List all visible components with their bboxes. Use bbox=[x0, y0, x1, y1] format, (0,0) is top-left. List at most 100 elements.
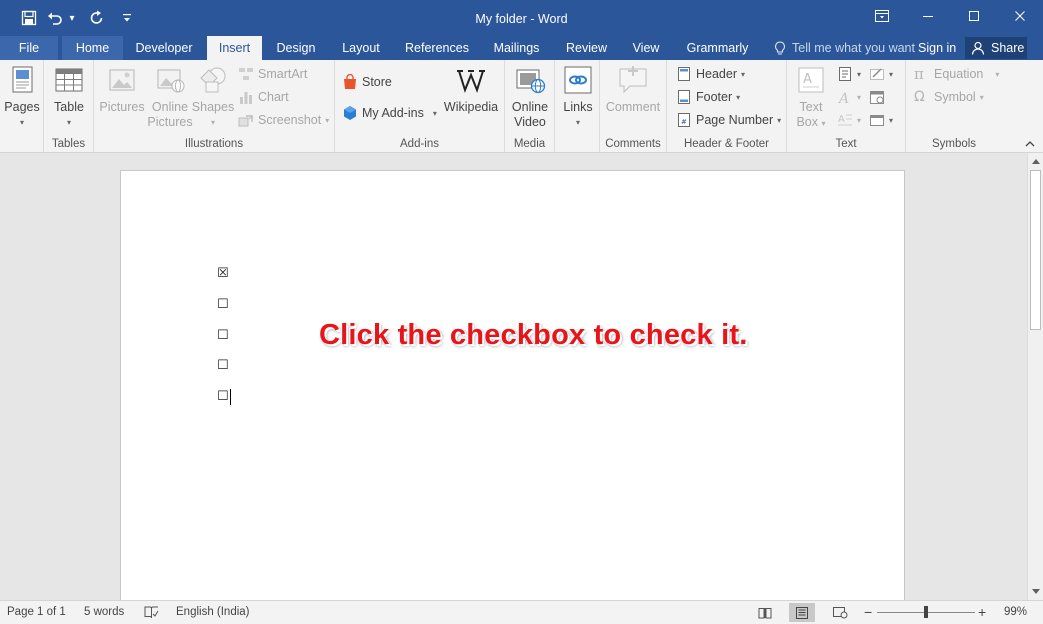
group-label-header-footer: Header & Footer bbox=[683, 138, 769, 150]
checkbox-3[interactable]: ☐ bbox=[217, 329, 229, 342]
scroll-up-button[interactable] bbox=[1028, 154, 1043, 169]
checkbox-4[interactable]: ☐ bbox=[217, 359, 229, 372]
my-addins-label: My Add-ins bbox=[362, 106, 424, 120]
wikipedia-icon bbox=[455, 64, 487, 96]
maximize-button[interactable] bbox=[951, 0, 997, 32]
svg-text:A: A bbox=[837, 91, 849, 105]
person-icon bbox=[971, 41, 985, 55]
close-button[interactable] bbox=[997, 0, 1043, 32]
comment-label: Comment bbox=[605, 100, 661, 114]
quick-parts-button[interactable]: ▾ bbox=[837, 64, 861, 84]
undo-dropdown[interactable]: ▾ bbox=[66, 3, 78, 33]
signature-line-button[interactable]: ▾ bbox=[869, 64, 893, 84]
store-button[interactable]: Store bbox=[342, 72, 392, 92]
checkbox-1[interactable]: ☒ bbox=[217, 267, 229, 280]
page-number-button[interactable]: # Page Number ▾ bbox=[676, 110, 781, 130]
my-addins-button[interactable]: My Add-ins ▾ bbox=[342, 103, 437, 123]
scroll-down-button[interactable] bbox=[1028, 584, 1043, 599]
omega-icon: Ω bbox=[914, 89, 925, 105]
tab-file[interactable]: File bbox=[0, 36, 58, 60]
wikipedia-button[interactable]: Wikipedia bbox=[443, 64, 499, 115]
drop-cap-button[interactable]: A ▾ bbox=[837, 110, 861, 130]
tab-view[interactable]: View bbox=[625, 36, 667, 60]
language-indicator[interactable]: English (India) bbox=[176, 601, 250, 624]
tab-review[interactable]: Review bbox=[560, 36, 613, 60]
tab-mailings[interactable]: Mailings bbox=[486, 36, 547, 60]
share-button[interactable]: Share bbox=[965, 37, 1027, 59]
chevron-down-icon: ▾ bbox=[857, 92, 862, 102]
ribbon-display-options-button[interactable] bbox=[859, 0, 905, 32]
tab-developer[interactable]: Developer bbox=[128, 36, 200, 60]
group-media: Online Video Media bbox=[505, 60, 555, 152]
proofing-status[interactable] bbox=[144, 605, 159, 621]
shapes-button[interactable]: Shapes ▾ bbox=[192, 64, 234, 130]
tab-references[interactable]: References bbox=[400, 36, 474, 60]
collapse-ribbon-button[interactable] bbox=[1025, 138, 1035, 150]
chevron-down-icon: ▾ bbox=[575, 118, 580, 127]
online-pictures-button[interactable]: Online Pictures bbox=[147, 64, 193, 130]
ribbon-display-icon bbox=[875, 10, 889, 22]
chevron-down-icon: ▾ bbox=[889, 115, 894, 125]
group-illustrations: Pictures Online Pictures Shapes ▾ SmartA… bbox=[94, 60, 335, 152]
table-button[interactable]: Table ▾ bbox=[51, 64, 87, 130]
undo-button[interactable] bbox=[44, 3, 66, 33]
undo-icon bbox=[48, 12, 62, 25]
save-button[interactable] bbox=[14, 3, 44, 33]
read-mode-button[interactable] bbox=[752, 603, 778, 622]
chevron-down-icon: ▾ bbox=[857, 69, 862, 79]
print-layout-button[interactable] bbox=[789, 603, 815, 622]
page-number-icon: # bbox=[676, 112, 692, 128]
object-button[interactable]: ▾ bbox=[869, 110, 893, 130]
links-button[interactable]: Links ▾ bbox=[560, 64, 596, 130]
tab-home[interactable]: Home bbox=[62, 36, 123, 60]
web-layout-button[interactable] bbox=[827, 603, 853, 622]
zoom-slider-thumb[interactable] bbox=[923, 606, 928, 618]
page-count[interactable]: Page 1 of 1 bbox=[7, 601, 66, 624]
smartart-button[interactable]: SmartArt bbox=[238, 64, 307, 84]
tab-grammarly[interactable]: Grammarly bbox=[681, 36, 754, 60]
chevron-down-icon: ▾ bbox=[325, 115, 330, 125]
header-button[interactable]: Header ▾ bbox=[676, 64, 745, 84]
tab-insert[interactable]: Insert bbox=[207, 36, 262, 61]
tab-design[interactable]: Design bbox=[268, 36, 324, 60]
scroll-thumb[interactable] bbox=[1030, 170, 1041, 330]
sign-in-link[interactable]: Sign in bbox=[918, 36, 956, 60]
word-count[interactable]: 5 words bbox=[84, 601, 124, 624]
chevron-down-icon: ▾ bbox=[69, 12, 75, 24]
svg-text:A: A bbox=[803, 72, 812, 87]
footer-button[interactable]: Footer ▾ bbox=[676, 87, 740, 107]
ribbon-insert: Pages ▾ Table ▾ Tables Pictures Online P… bbox=[0, 60, 1043, 153]
zoom-out-button[interactable]: − bbox=[864, 601, 872, 624]
text-box-label-2: Box ▾ bbox=[796, 115, 826, 129]
symbol-button[interactable]: Ω Symbol ▾ bbox=[914, 87, 984, 107]
chart-button[interactable]: Chart bbox=[238, 87, 289, 107]
shapes-icon bbox=[197, 64, 229, 96]
vertical-scrollbar[interactable] bbox=[1027, 153, 1043, 600]
equation-label: Equation bbox=[934, 67, 984, 81]
online-pictures-label-2: Pictures bbox=[147, 115, 193, 129]
checkbox-5[interactable]: ☐ bbox=[217, 390, 229, 403]
zoom-in-button[interactable]: + bbox=[978, 601, 986, 624]
wordart-button[interactable]: A ▾ bbox=[837, 87, 861, 107]
text-cursor bbox=[230, 389, 231, 405]
minimize-button[interactable] bbox=[905, 0, 951, 32]
zoom-level[interactable]: 99% bbox=[1004, 601, 1027, 624]
chevron-down-icon: ▾ bbox=[66, 118, 71, 127]
screenshot-button[interactable]: Screenshot ▾ bbox=[238, 110, 329, 130]
customize-qat-button[interactable] bbox=[116, 3, 138, 33]
online-video-button[interactable]: Online Video bbox=[509, 64, 551, 130]
date-time-button[interactable] bbox=[869, 87, 885, 107]
document-page[interactable]: ☒ ☐ ☐ ☐ ☐ Click the checkbox to check it… bbox=[120, 170, 905, 600]
document-area[interactable]: ☒ ☐ ☐ ☐ ☐ Click the checkbox to check it… bbox=[0, 153, 1027, 600]
triangle-down-icon bbox=[1031, 589, 1040, 594]
text-box-button[interactable]: A Text Box ▾ bbox=[792, 64, 830, 131]
tab-layout[interactable]: Layout bbox=[333, 36, 389, 60]
pictures-button[interactable]: Pictures bbox=[99, 64, 145, 115]
equation-button[interactable]: π Equation ▾ bbox=[914, 64, 999, 84]
tell-me-search[interactable]: Tell me what you want bbox=[774, 36, 915, 60]
pages-button[interactable]: Pages ▾ bbox=[4, 64, 40, 130]
redo-button[interactable] bbox=[82, 3, 112, 33]
comment-button[interactable]: Comment bbox=[604, 64, 662, 115]
footer-icon bbox=[676, 89, 692, 105]
checkbox-2[interactable]: ☐ bbox=[217, 298, 229, 311]
